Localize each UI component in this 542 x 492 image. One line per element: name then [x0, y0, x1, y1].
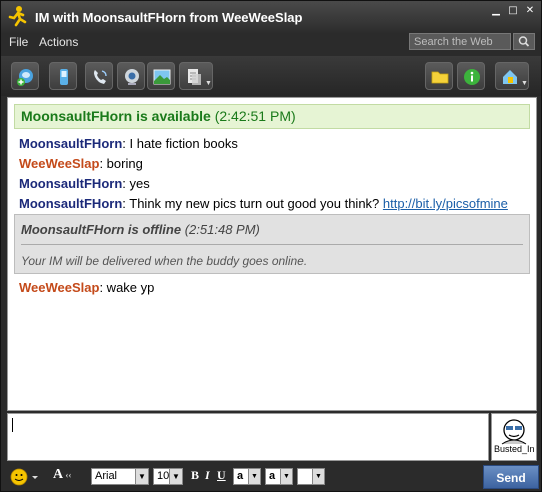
font-family-value: Arial	[95, 470, 118, 482]
offline-status-title: MoonsaultFHorn is offline (2:51:48 PM)	[21, 222, 260, 237]
background-color-button[interactable]: a ▼	[265, 468, 293, 485]
chevron-down-icon: ▼	[280, 469, 292, 484]
info-icon	[464, 69, 480, 85]
send-file-button[interactable]: ▼	[179, 62, 213, 90]
send-button[interactable]: Send	[483, 465, 539, 489]
message-sender: MoonsaultFHorn	[19, 176, 123, 191]
message-text: : Think my new pics turn out good you th…	[122, 196, 383, 211]
font-size-select[interactable]: 10 ▼	[153, 468, 183, 485]
text-caret	[12, 418, 13, 432]
font-size-value: 10	[157, 470, 170, 482]
offline-status-box: MoonsaultFHorn is offline (2:51:48 PM) Y…	[14, 214, 530, 274]
chevron-down-icon: ▼	[312, 469, 324, 484]
message-sender: MoonsaultFHorn	[19, 136, 123, 151]
send-picture-button[interactable]	[147, 62, 175, 90]
chevron-down-icon: ▼	[205, 80, 212, 87]
underline-button[interactable]: U	[217, 468, 226, 483]
search-input[interactable]: Search the Web	[409, 33, 511, 50]
chevron-down-icon: ▼	[135, 469, 148, 484]
message-text: : yes	[122, 176, 150, 191]
menu-actions[interactable]: Actions	[39, 35, 78, 49]
message-text: : wake yp	[99, 280, 155, 295]
buddy-icon-label: Busted_In	[494, 444, 535, 454]
toolbar: ▼ ▼	[1, 56, 541, 96]
close-button[interactable]: ✕	[523, 5, 537, 17]
add-buddy-icon	[17, 69, 33, 86]
status-time: (2:42:51 PM)	[214, 108, 296, 124]
chat-message: WeeWeeSlap: boring	[19, 156, 143, 171]
search-button[interactable]	[513, 33, 535, 50]
im-window: IM with MoonsaultFHorn from WeeWeeSlap ▁…	[0, 0, 542, 492]
mobile-button[interactable]	[49, 62, 77, 90]
message-text: : I hate fiction books	[122, 136, 238, 151]
divider	[21, 244, 523, 245]
format-bar: A ‹‹ Arial ▼ 10 ▼ B I U a ▼ a ▼ ▼ Send	[1, 463, 541, 491]
search-icon	[518, 36, 530, 47]
chat-message: WeeWeeSlap: wake yp	[19, 280, 154, 295]
message-sender: WeeWeeSlap	[19, 280, 100, 295]
background-color-label: a	[269, 470, 276, 482]
buddy-icon[interactable]: Busted_In	[491, 413, 537, 461]
menu-file[interactable]: File	[9, 35, 28, 49]
title-bar[interactable]: IM with MoonsaultFHorn from WeeWeeSlap ▁…	[1, 1, 541, 33]
mobile-phone-icon	[60, 69, 68, 85]
chevron-down-icon: ▼	[521, 80, 528, 87]
emoticon-button[interactable]	[9, 467, 41, 492]
picture-icon	[153, 69, 171, 85]
smiley-icon	[10, 468, 38, 486]
status-name: MoonsaultFHorn is available	[21, 108, 211, 124]
folder-button[interactable]	[425, 62, 453, 90]
available-status-bar: MoonsaultFHorn is available (2:42:51 PM)	[14, 104, 530, 129]
menu-bar: File Actions Search the Web	[1, 33, 541, 53]
chevron-down-icon: ▼	[248, 469, 260, 484]
chevron-down-icon: ▼	[169, 469, 182, 484]
more-format-button[interactable]: ▼	[297, 468, 325, 485]
video-call-button[interactable]	[117, 62, 145, 90]
window-title: IM with MoonsaultFHorn from WeeWeeSlap	[35, 10, 303, 25]
folder-icon	[431, 71, 449, 84]
document-icon	[188, 69, 201, 85]
message-sender: MoonsaultFHorn	[19, 196, 123, 211]
message-input[interactable]	[7, 413, 489, 461]
italic-button[interactable]: I	[205, 468, 210, 483]
font-family-select[interactable]: Arial ▼	[91, 468, 149, 485]
avatar-icon	[501, 419, 527, 445]
chat-message: MoonsaultFHorn: Think my new pics turn o…	[19, 196, 508, 211]
offline-note: Your IM will be delivered when the buddy…	[21, 254, 308, 268]
message-text: : boring	[99, 156, 143, 171]
message-sender: WeeWeeSlap	[19, 156, 100, 171]
webcam-icon	[125, 69, 139, 85]
phone-call-icon	[94, 70, 107, 84]
text-color-button[interactable]: a ▼	[233, 468, 261, 485]
font-size-button[interactable]: A ‹‹	[53, 467, 71, 483]
message-link[interactable]: http://bit.ly/picsofmine	[383, 196, 508, 211]
chat-message: MoonsaultFHorn: yes	[19, 176, 150, 191]
chat-message: MoonsaultFHorn: I hate fiction books	[19, 136, 238, 151]
house-lock-icon	[503, 70, 517, 84]
block-button[interactable]: ▼	[495, 62, 529, 90]
chevron-left-icon: ‹‹	[63, 470, 72, 480]
minimize-button[interactable]: ▁	[489, 5, 503, 17]
chat-transcript[interactable]: MoonsaultFHorn is available (2:42:51 PM)…	[7, 97, 537, 411]
voice-call-button[interactable]	[85, 62, 113, 90]
add-buddy-button[interactable]	[11, 62, 39, 90]
maximize-button[interactable]: □	[506, 5, 520, 17]
aim-running-man-icon	[8, 6, 27, 27]
status-time: (2:51:48 PM)	[184, 222, 260, 237]
bold-button[interactable]: B	[191, 468, 199, 483]
status-name: MoonsaultFHorn is offline	[21, 222, 182, 237]
text-color-label: a	[237, 470, 244, 482]
buddy-info-button[interactable]	[457, 62, 485, 90]
